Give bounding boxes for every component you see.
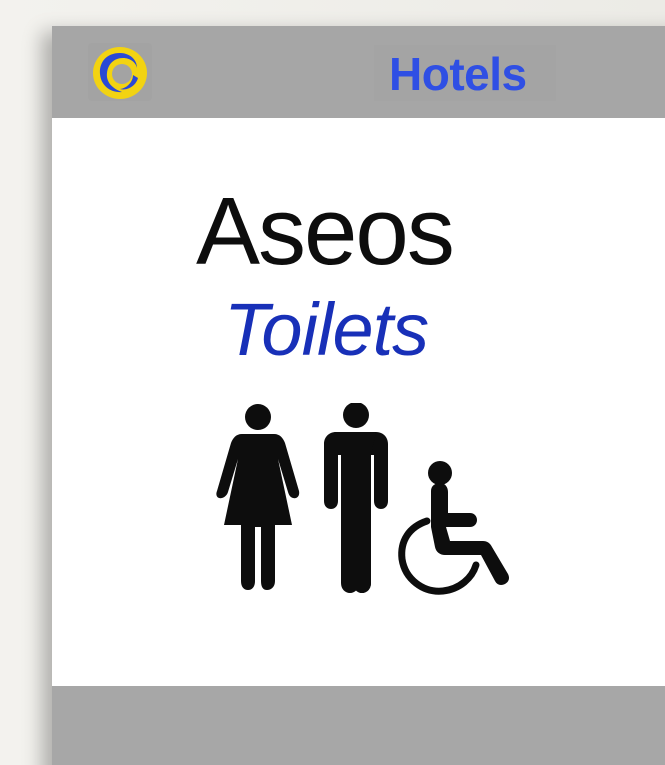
restroom-pictograms: [216, 403, 509, 595]
photo-scene: Hotels Aseos Toilets: [0, 0, 665, 765]
sign-panel: Aseos Toilets: [52, 118, 665, 686]
woman-icon: [216, 404, 300, 590]
brand-name: Hotels: [389, 48, 527, 100]
sign-header: Hotels: [52, 26, 665, 118]
title-spanish: Aseos: [196, 178, 455, 285]
sign-footer: [52, 686, 665, 765]
man-icon: [324, 403, 388, 593]
hotel-sign: Hotels Aseos Toilets: [52, 26, 665, 765]
title-english: Toilets: [224, 288, 429, 371]
logo-ring-icon: [93, 47, 147, 99]
wheelchair-icon: [398, 461, 509, 595]
